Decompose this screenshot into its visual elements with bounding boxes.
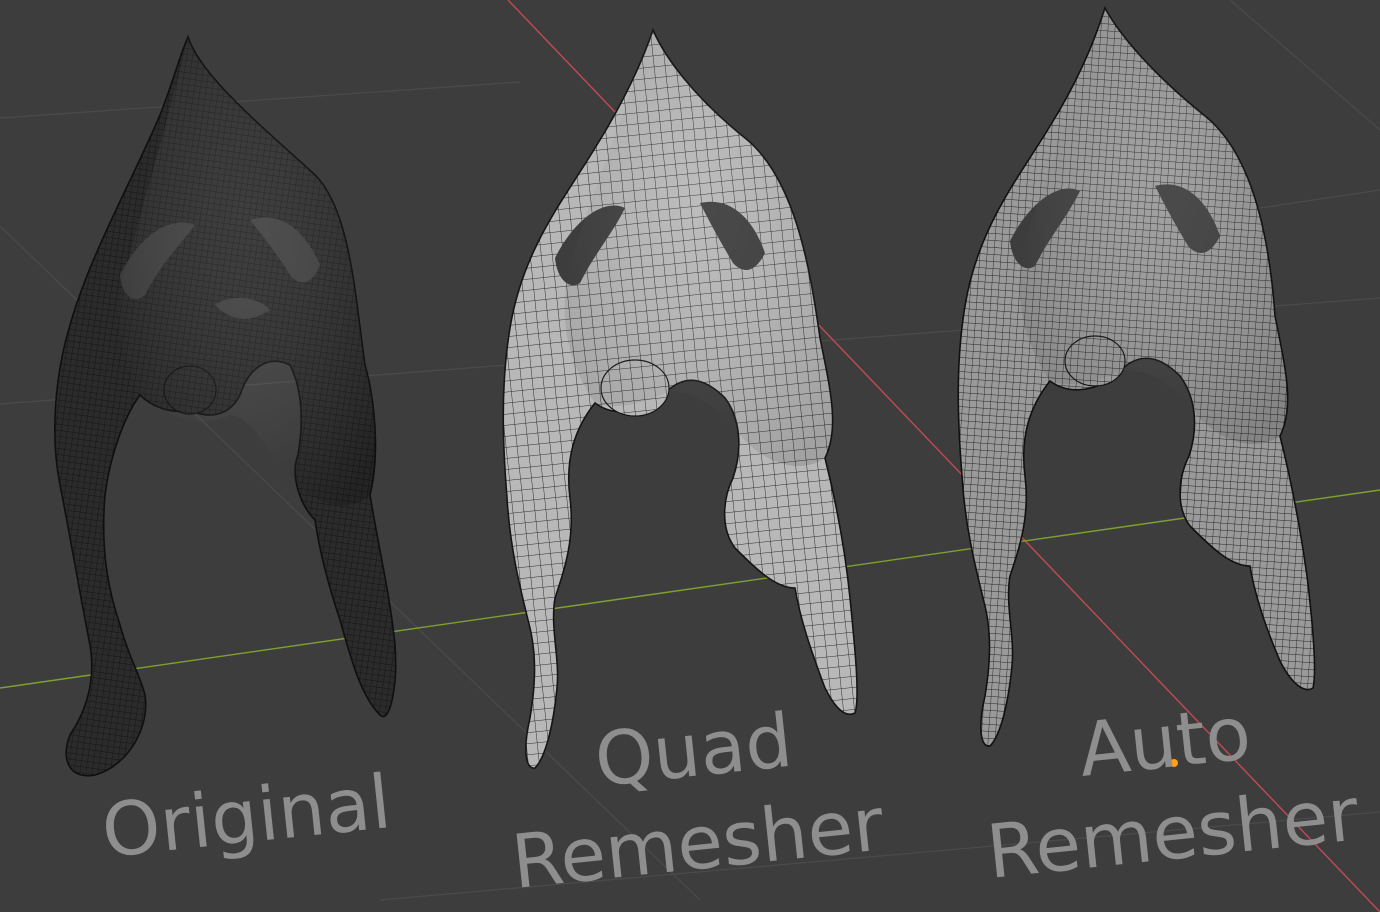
3d-viewport[interactable]: Original Quad Remesher Auto Remesher bbox=[0, 0, 1380, 912]
viewport-scene[interactable]: Original Quad Remesher Auto Remesher bbox=[0, 0, 1380, 912]
label-quad-line1: Quad bbox=[591, 698, 796, 804]
grid-line bbox=[0, 81, 521, 119]
mesh-original[interactable] bbox=[54, 34, 397, 777]
y-axis-line bbox=[0, 489, 1380, 689]
mesh-quad-shade bbox=[564, 30, 833, 467]
label-auto-line2: Remesher bbox=[983, 771, 1363, 896]
mesh-auto-shade bbox=[1019, 8, 1288, 445]
grid-line bbox=[1229, 0, 1380, 131]
label-auto-line1: Auto bbox=[1075, 690, 1255, 793]
label-quad-line2: Remesher bbox=[508, 781, 888, 906]
label-original: Original bbox=[98, 759, 395, 875]
mesh-quad[interactable] bbox=[502, 27, 858, 769]
mesh-auto[interactable] bbox=[957, 5, 1316, 747]
